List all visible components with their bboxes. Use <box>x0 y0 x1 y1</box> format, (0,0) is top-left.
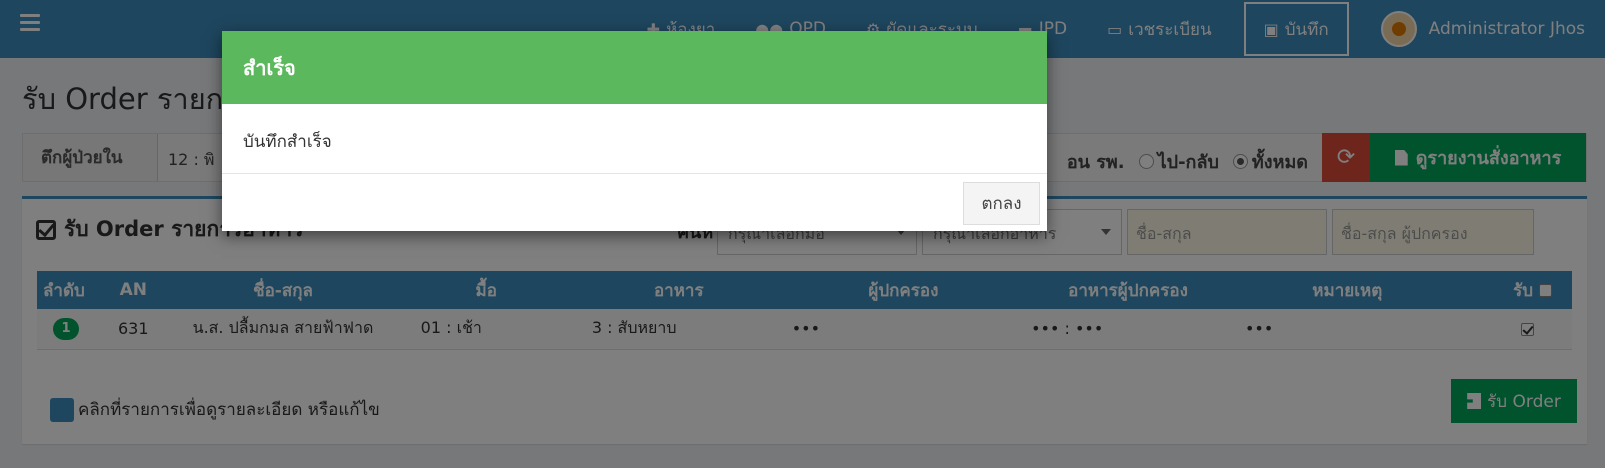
ok-button[interactable]: ตกลง <box>963 182 1040 225</box>
modal-title: สำเร็จ <box>222 31 1047 104</box>
modal-footer: ตกลง <box>222 174 1047 231</box>
modal-message: บันทึกสำเร็จ <box>222 104 1047 174</box>
success-modal: สำเร็จ บันทึกสำเร็จ ตกลง <box>222 31 1047 231</box>
